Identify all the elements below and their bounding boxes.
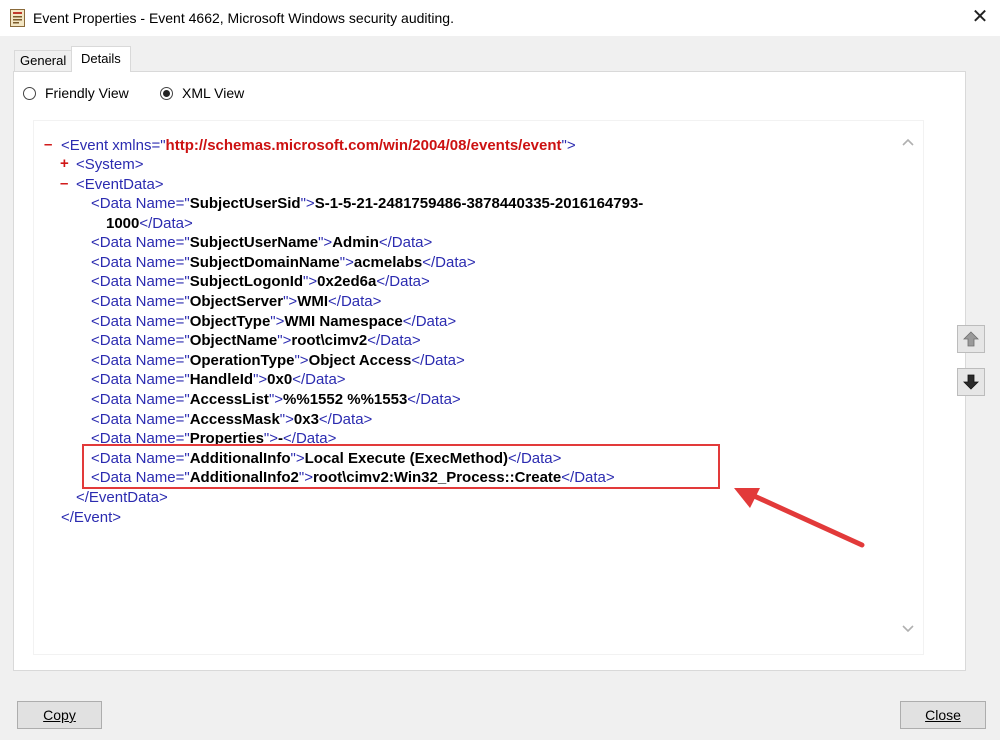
xml-data-row: <Data Name="ObjectType">WMI Namespace</D… [91, 313, 457, 330]
data-value: Object Access [308, 352, 412, 369]
window-title: Event Properties - Event 4662, Microsoft… [33, 10, 454, 26]
scroll-down-icon[interactable] [900, 623, 916, 637]
xml-event-close: </Event> [61, 509, 122, 526]
xml-event-open: <Event xmlns="http://schemas.microsoft.c… [61, 136, 576, 155]
tab-details[interactable]: Details [71, 46, 131, 72]
collapse-toggle-eventdata[interactable]: – [60, 175, 68, 192]
data-value: acmelabs [353, 254, 423, 271]
xml-data-row-continuation: 1000</Data> [106, 215, 193, 232]
friendly-view-radio[interactable]: Friendly View [23, 85, 143, 105]
radio-selected-icon[interactable] [160, 87, 173, 100]
data-value: 0x2ed6a [317, 273, 377, 290]
radio-unselected-icon[interactable] [23, 87, 36, 100]
collapse-toggle-event[interactable]: – [44, 136, 52, 153]
data-name-attr: ObjectServer [189, 293, 284, 310]
xml-system-tag: <System> [76, 156, 144, 173]
data-name-attr: SubjectUserSid [189, 195, 301, 212]
data-value: 0x3 [293, 411, 319, 428]
title-bar: Event Properties - Event 4662, Microsoft… [0, 0, 1000, 36]
scroll-up-icon[interactable] [900, 136, 916, 150]
data-name-attr: AccessList [189, 391, 269, 408]
xml-tag-text: "> [561, 137, 576, 154]
xml-data-row: <Data Name="ObjectServer">WMI</Data> [91, 293, 382, 310]
app-icon [10, 9, 25, 27]
xml-data-row: <Data Name="OperationType">Object Access… [91, 352, 465, 369]
data-value: Admin [332, 234, 379, 251]
tab-general[interactable]: General [14, 50, 72, 72]
xml-data-row: <Data Name="ObjectName">root\cimv2</Data… [91, 332, 421, 349]
xml-data-row: <Data Name="SubjectLogonId">0x2ed6a</Dat… [91, 273, 430, 290]
data-value: WMI Namespace [284, 313, 403, 330]
data-value: %%1552 %%1553 [283, 391, 408, 408]
data-name-attr: OperationType [189, 352, 295, 369]
data-name-attr: AccessMask [189, 411, 280, 428]
xml-data-row: <Data Name="SubjectUserSid">S-1-5-21-248… [91, 195, 644, 212]
previous-event-button[interactable] [957, 325, 985, 353]
close-button[interactable]: Close [900, 701, 986, 729]
data-value: WMI [297, 293, 329, 310]
data-name-attr: SubjectDomainName [189, 254, 340, 271]
previous-event-icon [963, 331, 979, 347]
next-event-button[interactable] [957, 368, 985, 396]
xml-namespace: http://schemas.microsoft.com/win/2004/08… [165, 137, 562, 154]
xml-eventdata-close: </EventData> [76, 489, 168, 506]
xml-data-row: <Data Name="AccessMask">0x3</Data> [91, 411, 373, 428]
data-name-attr: HandleId [189, 371, 254, 388]
data-name-attr: ObjectName [189, 332, 278, 349]
highlight-box [82, 444, 720, 489]
close-label: Close [925, 707, 961, 723]
xml-view-label: XML View [182, 85, 245, 101]
xml-data-row: <Data Name="SubjectDomainName">acmelabs<… [91, 254, 476, 271]
expand-toggle-system[interactable]: + [60, 155, 69, 172]
data-value: 0x0 [267, 371, 293, 388]
copy-button[interactable]: Copy [17, 701, 102, 729]
next-event-icon [963, 374, 979, 390]
data-name-attr: ObjectType [189, 313, 271, 330]
data-value: root\cimv2 [291, 332, 368, 349]
xml-eventdata-open: <EventData> [76, 176, 164, 193]
xml-data-row: <Data Name="AccessList">%%1552 %%1553</D… [91, 391, 461, 408]
xml-data-row: <Data Name="HandleId">0x0</Data> [91, 371, 346, 388]
xml-data-row: <Data Name="SubjectUserName">Admin</Data… [91, 234, 433, 251]
data-name-attr: SubjectLogonId [189, 273, 304, 290]
friendly-view-label: Friendly View [45, 85, 129, 101]
data-name-attr: SubjectUserName [189, 234, 319, 251]
data-value-cont: 1000 [106, 215, 140, 232]
xml-tag-text: <Event xmlns=" [61, 137, 166, 154]
copy-label: Copy [43, 707, 76, 723]
xml-view-radio[interactable]: XML View [160, 85, 260, 105]
close-icon[interactable]: ✕ [966, 4, 994, 30]
data-value: S-1-5-21-2481759486-3878440335-201616479… [314, 195, 644, 212]
arrow-annotation [734, 488, 865, 548]
